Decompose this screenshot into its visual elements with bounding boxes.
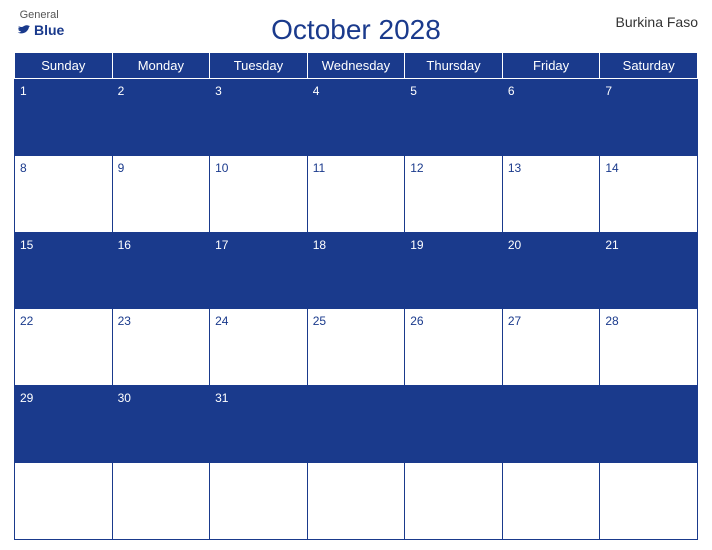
calendar-day-cell: 6 [502,79,600,156]
calendar-day-cell [502,463,600,540]
day-number: 9 [118,161,125,175]
day-number: 20 [508,238,521,252]
day-number: 29 [20,391,33,405]
days-of-week-row: Sunday Monday Tuesday Wednesday Thursday… [15,53,698,79]
calendar-day-cell [405,386,503,463]
calendar-week-row: 15 16 17 18 19 20 21 [15,232,698,309]
calendar-week-row: 22 23 24 25 26 27 28 [15,309,698,386]
calendar-day-cell: 3 [210,79,308,156]
calendar-day-cell: 2 [112,79,210,156]
calendar-day-cell: 10 [210,155,308,232]
calendar-day-cell: 1 [15,79,113,156]
day-number: 30 [118,391,131,405]
country-label: Burkina Faso [616,14,698,30]
calendar-day-cell: 21 [600,232,698,309]
calendar-container: General Blue October 2028 Burkina Faso S… [0,0,712,550]
calendar-day-cell: 19 [405,232,503,309]
calendar-day-cell: 8 [15,155,113,232]
calendar-day-cell: 13 [502,155,600,232]
calendar-day-cell: 14 [600,155,698,232]
calendar-day-cell: 23 [112,309,210,386]
calendar-header: General Blue October 2028 Burkina Faso [14,10,698,46]
calendar-day-cell: 31 [210,386,308,463]
logo-bird-icon [14,21,32,39]
calendar-day-cell: 9 [112,155,210,232]
calendar-week-row: 29 30 31 [15,386,698,463]
calendar-day-cell: 24 [210,309,308,386]
calendar-day-cell: 7 [600,79,698,156]
calendar-day-cell: 26 [405,309,503,386]
calendar-day-cell: 22 [15,309,113,386]
calendar-day-cell: 11 [307,155,405,232]
day-number: 13 [508,161,521,175]
logo-general-text: General [20,10,59,21]
col-sunday: Sunday [15,53,113,79]
col-tuesday: Tuesday [210,53,308,79]
calendar-week-row: 8 9 10 11 12 13 14 [15,155,698,232]
calendar-day-cell [112,463,210,540]
day-number: 28 [605,314,618,328]
day-number: 1 [20,84,27,98]
day-number: 11 [313,161,325,175]
day-number: 14 [605,161,618,175]
day-number: 7 [605,84,612,98]
day-number: 15 [20,238,33,252]
col-monday: Monday [112,53,210,79]
calendar-day-cell: 12 [405,155,503,232]
calendar-day-cell [15,463,113,540]
day-number: 18 [313,238,326,252]
calendar-day-cell: 15 [15,232,113,309]
logo-blue-text: Blue [14,21,64,39]
calendar-day-cell: 29 [15,386,113,463]
day-number: 25 [313,314,326,328]
col-saturday: Saturday [600,53,698,79]
day-number: 17 [215,238,228,252]
day-number: 19 [410,238,423,252]
day-number: 10 [215,161,228,175]
day-number: 2 [118,84,125,98]
calendar-day-cell [600,463,698,540]
day-number: 23 [118,314,131,328]
day-number: 27 [508,314,521,328]
calendar-day-cell [405,463,503,540]
day-number: 8 [20,161,27,175]
col-thursday: Thursday [405,53,503,79]
calendar-week-row [15,463,698,540]
day-number: 16 [118,238,131,252]
calendar-day-cell [307,463,405,540]
calendar-day-cell: 18 [307,232,405,309]
day-number: 26 [410,314,423,328]
calendar-day-cell: 25 [307,309,405,386]
logo: General Blue [14,10,64,39]
calendar-day-cell [210,463,308,540]
day-number: 31 [215,391,228,405]
day-number: 21 [605,238,618,252]
col-friday: Friday [502,53,600,79]
day-number: 22 [20,314,33,328]
calendar-day-cell: 20 [502,232,600,309]
calendar-day-cell: 28 [600,309,698,386]
day-number: 12 [410,161,423,175]
calendar-day-cell: 30 [112,386,210,463]
calendar-week-row: 1 2 3 4 5 6 7 [15,79,698,156]
calendar-day-cell: 4 [307,79,405,156]
calendar-day-cell: 5 [405,79,503,156]
day-number: 5 [410,84,417,98]
calendar-day-cell [502,386,600,463]
calendar-day-cell [600,386,698,463]
calendar-day-cell: 17 [210,232,308,309]
day-number: 4 [313,84,320,98]
day-number: 3 [215,84,222,98]
month-title: October 2028 [271,14,441,46]
calendar-day-cell: 27 [502,309,600,386]
calendar-day-cell [307,386,405,463]
calendar-table: Sunday Monday Tuesday Wednesday Thursday… [14,52,698,540]
calendar-day-cell: 16 [112,232,210,309]
day-number: 24 [215,314,228,328]
day-number: 6 [508,84,515,98]
col-wednesday: Wednesday [307,53,405,79]
